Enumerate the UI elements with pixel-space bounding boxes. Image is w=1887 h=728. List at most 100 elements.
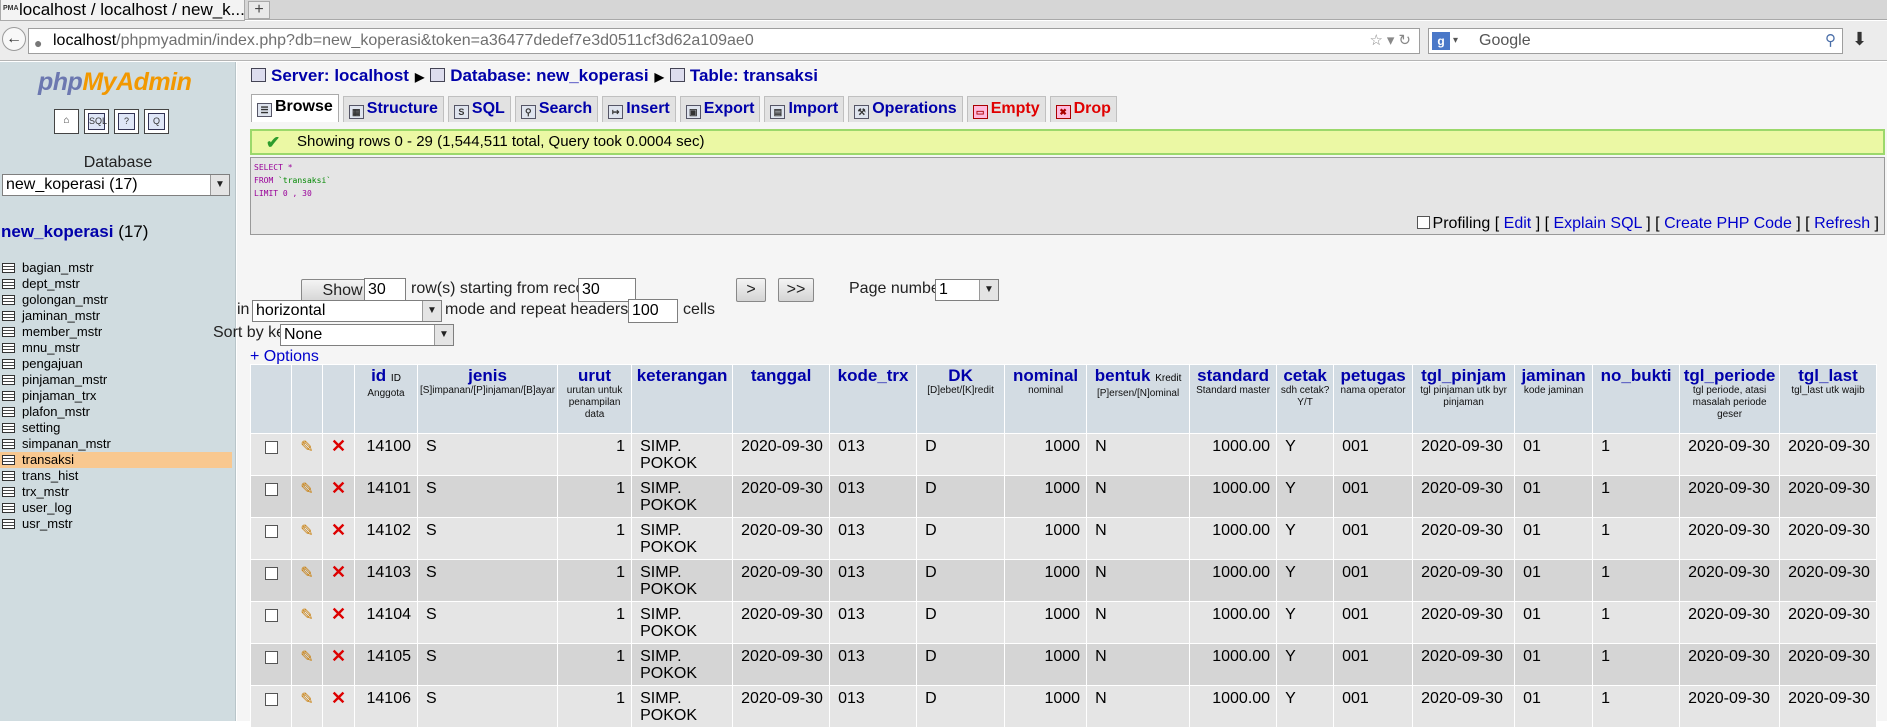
cell-tgl_periode[interactable]: 2020-09-30 — [1680, 602, 1780, 643]
cell-bentuk[interactable]: N — [1087, 476, 1190, 517]
database-link[interactable]: new_koperasi (17) — [1, 222, 148, 242]
tab-export[interactable]: ▣ Export — [679, 96, 761, 122]
pencil-icon[interactable]: ✎ — [300, 481, 313, 498]
row-edit-cell[interactable]: ✎ — [292, 476, 322, 517]
refresh-link[interactable]: Refresh — [1814, 215, 1870, 232]
table-row[interactable]: ✎ ✕ 14101 S 1 SIMP. POKOK 2020-09-30 013 D 1000 N 1… — [251, 476, 1876, 517]
cell-jenis[interactable]: S — [418, 434, 558, 475]
new-tab-button[interactable]: + — [248, 1, 270, 19]
column-header-dk[interactable]: DK [D]ebet/[K]redit — [917, 365, 1005, 433]
column-name[interactable]: jenis — [420, 367, 555, 385]
cell-tgl_pinjam[interactable]: 2020-09-30 — [1413, 644, 1515, 685]
cell-tanggal[interactable]: 2020-09-30 — [733, 518, 830, 559]
cell-cetak[interactable]: Y — [1277, 602, 1334, 643]
sidebar-table-item[interactable]: mnu_mstr — [0, 340, 232, 356]
column-header-id[interactable]: id ID Anggota — [355, 365, 417, 433]
row-edit-cell[interactable]: ✎ — [292, 644, 322, 685]
chevron-down-icon[interactable]: ▼ — [434, 325, 453, 345]
delete-x-icon[interactable]: ✕ — [331, 437, 346, 455]
row-checkbox[interactable] — [264, 693, 278, 706]
query-window-icon[interactable]: Q — [144, 109, 169, 134]
row-select-cell[interactable] — [251, 476, 291, 517]
table-icon[interactable] — [2, 487, 15, 497]
cell-jaminan[interactable]: 01 — [1515, 476, 1593, 517]
cell-id[interactable]: 14102 — [355, 518, 417, 559]
row-checkbox[interactable] — [264, 651, 278, 664]
cell-cetak[interactable]: Y — [1277, 476, 1334, 517]
cell-petugas[interactable]: 001 — [1334, 560, 1413, 601]
cell-standard[interactable]: 1000.00 — [1190, 434, 1277, 475]
column-header-kode_trx[interactable]: kode_trx — [830, 365, 917, 433]
cell-tgl_periode[interactable]: 2020-09-30 — [1680, 476, 1780, 517]
database-select[interactable]: new_koperasi (17) ▼ — [2, 174, 230, 196]
tab-empty[interactable]: ▭ Empty — [966, 96, 1046, 122]
cell-urut[interactable]: 1 — [558, 518, 632, 559]
row-delete-cell[interactable]: ✕ — [323, 560, 354, 601]
column-header-nominal[interactable]: nominal nominal — [1005, 365, 1087, 433]
table-icon[interactable] — [2, 311, 15, 321]
table-icon[interactable] — [2, 503, 15, 513]
cell-tanggal[interactable]: 2020-09-30 — [733, 602, 830, 643]
download-arrow-icon[interactable]: ⬇ — [1852, 29, 1867, 50]
sort-by-key-select[interactable]: None ▼ — [280, 324, 454, 346]
next-page-button[interactable]: > — [736, 278, 766, 302]
cell-cetak[interactable]: Y — [1277, 560, 1334, 601]
column-header-jaminan[interactable]: jaminan kode jaminan — [1515, 365, 1593, 433]
cell-dk[interactable]: D — [917, 644, 1005, 685]
column-header-keterangan[interactable]: keterangan — [632, 365, 733, 433]
column-header-tanggal[interactable]: tanggal — [733, 365, 830, 433]
pencil-icon[interactable]: ✎ — [300, 523, 313, 540]
display-mode-select[interactable]: horizontal ▼ — [252, 300, 442, 322]
cell-tgl_last[interactable]: 2020-09-30 — [1780, 476, 1876, 517]
cell-petugas[interactable]: 001 — [1334, 602, 1413, 643]
cell-no_bukti[interactable]: 1 — [1593, 518, 1680, 559]
cell-kode_trx[interactable]: 013 — [830, 476, 917, 517]
table-icon[interactable] — [2, 359, 15, 369]
cell-kode_trx[interactable]: 013 — [830, 560, 917, 601]
sidebar-table-item[interactable]: dept_mstr — [0, 276, 232, 292]
row-delete-cell[interactable]: ✕ — [323, 518, 354, 559]
column-header-bentuk[interactable]: bentuk Kredit [P]ersen/[N]ominal — [1087, 365, 1190, 433]
cell-nominal[interactable]: 1000 — [1005, 434, 1087, 475]
sidebar-table-item[interactable]: pengajuan — [0, 356, 232, 372]
cell-no_bukti[interactable]: 1 — [1593, 434, 1680, 475]
row-delete-cell[interactable]: ✕ — [323, 434, 354, 475]
chevron-down-icon[interactable]: ▼ — [422, 301, 441, 321]
cell-tgl_pinjam[interactable]: 2020-09-30 — [1413, 560, 1515, 601]
cell-cetak[interactable]: Y — [1277, 518, 1334, 559]
cell-kode_trx[interactable]: 013 — [830, 434, 917, 475]
browser-tab[interactable]: PMA localhost / localhost / new_k... — [0, 0, 245, 21]
cell-no_bukti[interactable]: 1 — [1593, 476, 1680, 517]
tab-drop[interactable]: ✖ Drop — [1049, 96, 1117, 122]
profiling-checkbox[interactable] — [1416, 216, 1430, 229]
cell-id[interactable]: 14104 — [355, 602, 417, 643]
row-select-cell[interactable] — [251, 560, 291, 601]
explain-sql-link[interactable]: Explain SQL — [1553, 215, 1641, 232]
cell-petugas[interactable]: 001 — [1334, 518, 1413, 559]
column-name[interactable]: tgl_periode — [1682, 367, 1777, 385]
google-logo-icon[interactable]: g — [1432, 32, 1450, 50]
cell-nominal[interactable]: 1000 — [1005, 602, 1087, 643]
cell-no_bukti[interactable]: 1 — [1593, 644, 1680, 685]
cell-cetak[interactable]: Y — [1277, 644, 1334, 685]
breadcrumb-database[interactable]: Database: new_koperasi — [450, 66, 648, 85]
breadcrumb-server[interactable]: Server: localhost — [271, 66, 409, 85]
delete-x-icon[interactable]: ✕ — [331, 563, 346, 581]
cell-bentuk[interactable]: N — [1087, 560, 1190, 601]
row-edit-cell[interactable]: ✎ — [292, 560, 322, 601]
search-bar[interactable]: g ▾ Google ⚲ — [1428, 28, 1843, 54]
cell-jaminan[interactable]: 01 — [1515, 602, 1593, 643]
table-row[interactable]: ✎ ✕ 14102 S 1 SIMP. POKOK 2020-09-30 013 D 1000 N 1… — [251, 518, 1876, 559]
cell-tanggal[interactable]: 2020-09-30 — [733, 560, 830, 601]
last-page-button[interactable]: >> — [778, 278, 814, 302]
column-name[interactable]: petugas — [1336, 367, 1410, 385]
chevron-down-icon[interactable]: ▼ — [210, 175, 229, 195]
cell-bentuk[interactable]: N — [1087, 434, 1190, 475]
cell-urut[interactable]: 1 — [558, 602, 632, 643]
column-header-cetak[interactable]: cetak sdh cetak? Y/T — [1277, 365, 1334, 433]
sidebar-table-item[interactable]: plafon_mstr — [0, 404, 232, 420]
sidebar-table-item[interactable]: setting — [0, 420, 232, 436]
cell-petugas[interactable]: 001 — [1334, 434, 1413, 475]
sidebar-table-item[interactable]: transaksi — [0, 452, 232, 468]
row-checkbox[interactable] — [264, 525, 278, 538]
